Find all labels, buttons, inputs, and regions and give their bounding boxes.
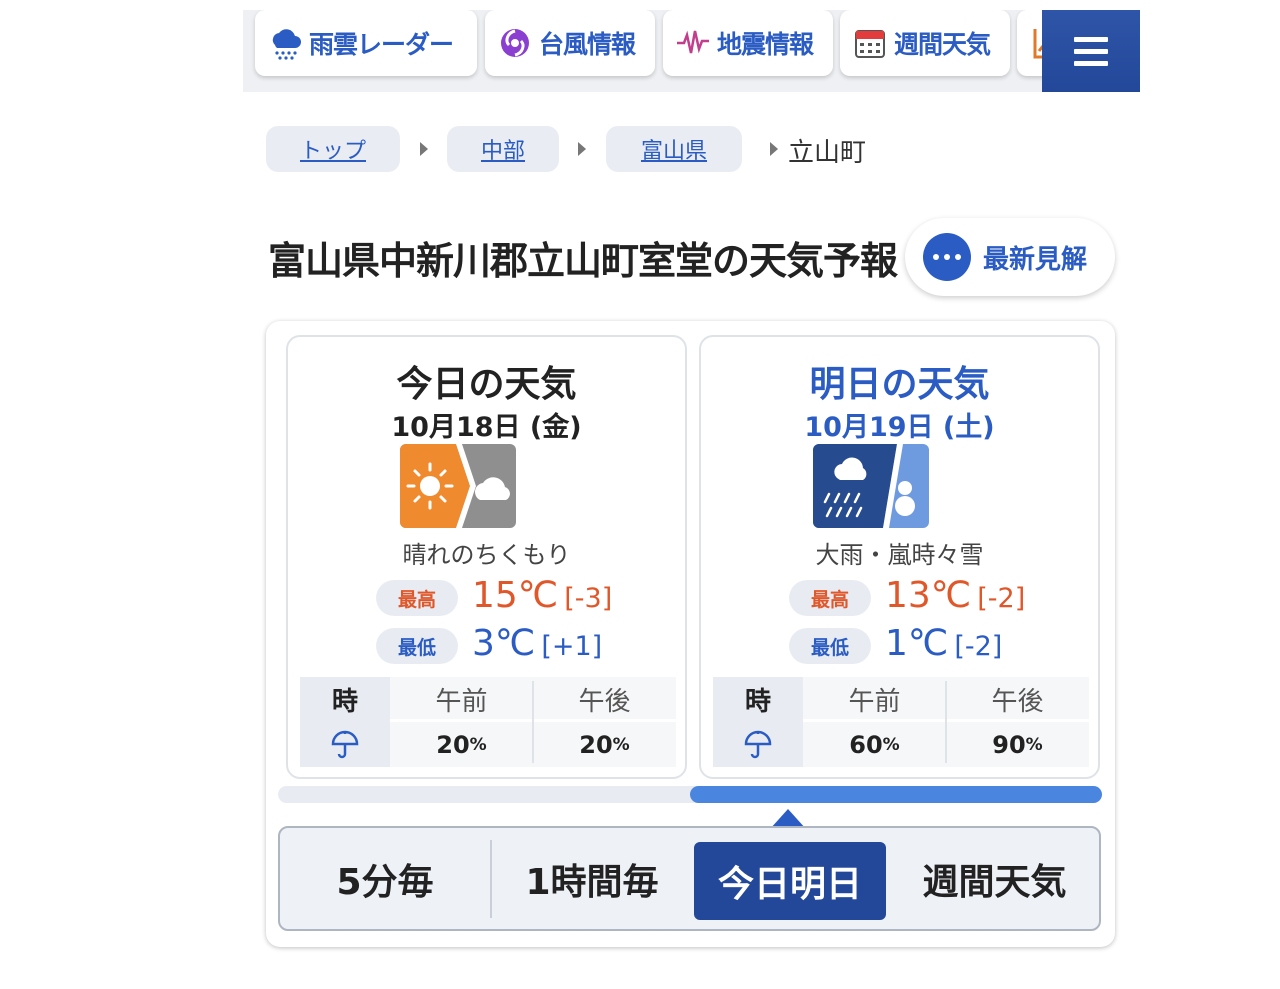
am-header: 午前	[848, 687, 901, 717]
day-slider-thumb[interactable]	[690, 786, 1102, 803]
tomorrow-high-value: 13℃ [-2]	[885, 575, 1026, 616]
today-low-label: 最低	[376, 628, 458, 664]
tomorrow-precip-table: 時 午前 午後 60% 90%	[713, 677, 1089, 767]
tomorrow-low-value: 1℃ [-2]	[885, 623, 1003, 664]
umbrella-icon	[713, 722, 803, 767]
tomorrow-forecast[interactable]: 明日の天気 10月19日 (土) 大雨・嵐時々雪 最高 13℃ [-2] 最低 1…	[699, 335, 1100, 779]
nav-rain-radar-button[interactable]: 雨雲レーダー	[255, 10, 477, 76]
nav-earthquake-label: 地震情報	[717, 30, 814, 59]
today-date: 10月18日 (金)	[391, 412, 582, 443]
table-divider	[945, 681, 947, 763]
breadcrumb-separator-icon	[420, 142, 428, 156]
today-high-diff: [-3]	[564, 583, 613, 614]
am-header: 午前	[435, 687, 488, 717]
am-precip: 20%	[436, 730, 487, 759]
seismograph-icon	[675, 25, 711, 61]
rain-cloud-icon	[267, 25, 303, 61]
today-high-label: 最高	[376, 580, 458, 616]
breadcrumb-current: 立山町	[788, 138, 867, 168]
breadcrumb-separator-icon	[578, 142, 586, 156]
breadcrumb-top[interactable]: トップ	[266, 126, 400, 172]
today-title: 今日の天気	[396, 364, 577, 405]
pm-precip: 20%	[579, 730, 630, 759]
latest-commentary-label: 最新見解	[983, 244, 1088, 275]
forecast-tabs: 5分毎 1時間毎 今日明日 週間天気	[278, 826, 1101, 931]
hour-header: 時	[300, 677, 390, 722]
top-nav: 雨雲レーダー 台風情報 地震情報 週間天気	[243, 10, 1140, 92]
today-forecast[interactable]: 今日の天気 10月18日 (金) 晴れのちくもり 最高 15℃ [-3] 最低 3…	[286, 335, 687, 779]
table-divider	[532, 681, 534, 763]
nav-typhoon-label: 台風情報	[539, 30, 636, 59]
breadcrumb-separator-icon	[770, 142, 778, 156]
hour-header: 時	[713, 677, 803, 722]
nav-rain-radar-label: 雨雲レーダー	[309, 30, 454, 59]
tab-hourly[interactable]: 1時間毎	[492, 828, 692, 929]
nav-weekly-label: 週間天気	[894, 30, 991, 59]
umbrella-icon	[300, 722, 390, 767]
typhoon-icon	[497, 25, 533, 61]
forecast-card: 今日の天気 10月18日 (金) 晴れのちくもり 最高 15℃ [-3] 最低 3…	[266, 321, 1115, 947]
tomorrow-date: 10月19日 (土)	[804, 412, 995, 443]
pm-header: 午後	[991, 687, 1044, 717]
tomorrow-high-diff: [-2]	[977, 583, 1026, 614]
breadcrumb-chubu[interactable]: 中部	[447, 126, 559, 172]
tomorrow-low-diff: [-2]	[954, 631, 1003, 662]
today-high-value: 15℃ [-3]	[472, 575, 613, 616]
heavy-rain-snow-icon	[813, 444, 929, 528]
today-low-value: 3℃ [+1]	[472, 623, 603, 664]
today-weather-text: 晴れのちくもり	[402, 541, 571, 569]
tab-5min[interactable]: 5分毎	[280, 828, 490, 929]
tab-today-tomorrow[interactable]: 今日明日	[694, 842, 886, 920]
hamburger-menu-icon[interactable]	[1042, 10, 1140, 92]
today-low-diff: [+1]	[541, 631, 603, 662]
breadcrumb-toyama[interactable]: 富山県	[606, 126, 742, 172]
pm-precip: 90%	[992, 730, 1043, 759]
chat-bubble-icon	[923, 233, 971, 281]
tomorrow-high-label: 最高	[789, 580, 871, 616]
tomorrow-weather-text: 大雨・嵐時々雪	[815, 541, 984, 569]
tab-weekly[interactable]: 週間天気	[888, 828, 1101, 929]
tomorrow-low-label: 最低	[789, 628, 871, 664]
today-precip-table: 時 午前 午後 20% 20%	[300, 677, 676, 767]
nav-earthquake-button[interactable]: 地震情報	[663, 10, 833, 76]
latest-commentary-button[interactable]: 最新見解	[905, 218, 1115, 296]
tomorrow-title: 明日の天気	[809, 364, 990, 405]
nav-weekly-button[interactable]: 週間天気	[840, 10, 1010, 76]
am-precip: 60%	[849, 730, 900, 759]
pm-header: 午後	[578, 687, 631, 717]
sun-then-cloud-icon	[400, 444, 516, 528]
page-title: 富山県中新川郡立山町室堂の天気予報	[268, 239, 898, 283]
nav-typhoon-button[interactable]: 台風情報	[485, 10, 655, 76]
calendar-icon	[852, 25, 888, 61]
